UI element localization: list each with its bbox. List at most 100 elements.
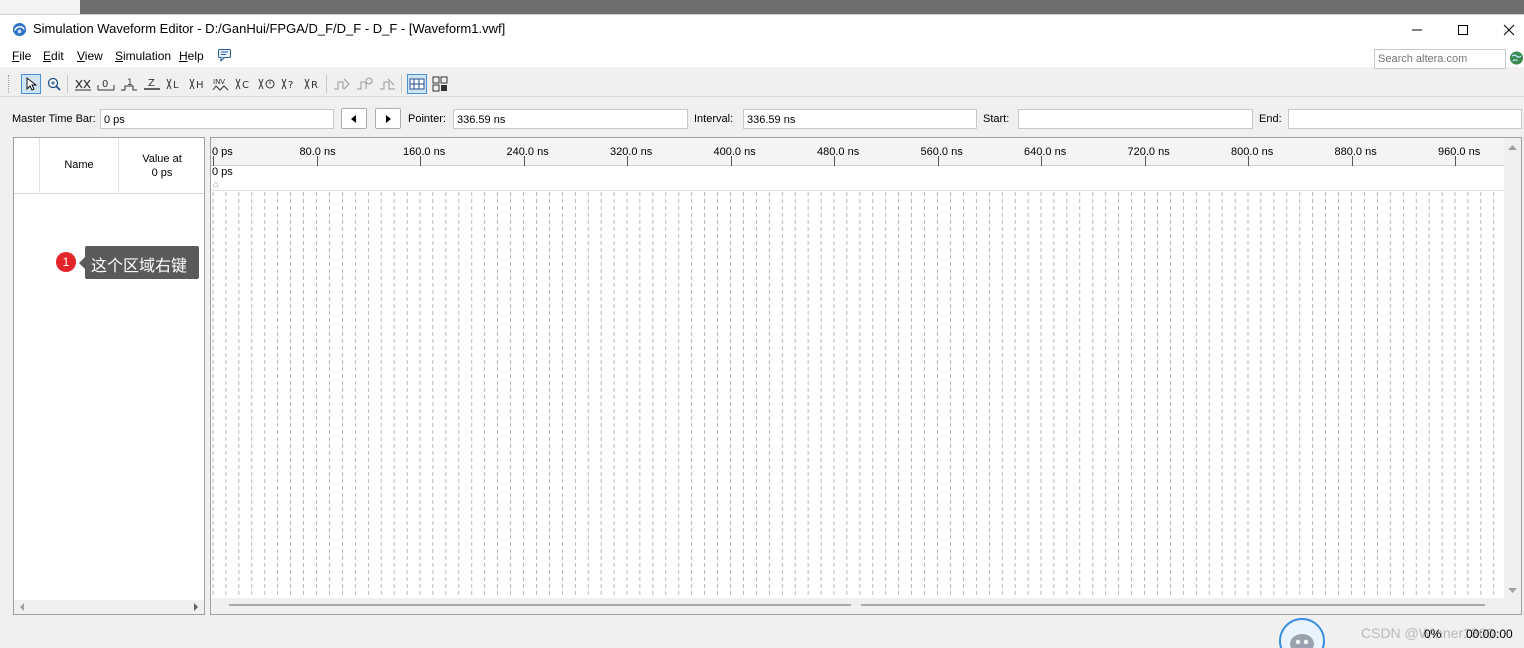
menu-help-label: elp xyxy=(187,49,204,63)
force-high-impedance-button[interactable]: Z xyxy=(142,74,162,94)
minimize-button[interactable] xyxy=(1394,15,1440,45)
next-transition-button[interactable] xyxy=(375,108,401,129)
overwrite-clock-button[interactable] xyxy=(257,74,277,94)
title-bar: Simulation Waveform Editor - D:/GanHui/F… xyxy=(0,15,1524,45)
menu-edit[interactable]: Edit xyxy=(43,49,64,63)
globe-icon[interactable] xyxy=(1509,50,1524,66)
random-values-button[interactable]: R xyxy=(303,74,323,94)
ruler-tick-label: 640.0 ns xyxy=(1024,146,1067,158)
force-unknown-button[interactable] xyxy=(73,74,93,94)
force-low-button[interactable]: 0 xyxy=(96,74,116,94)
zoom-tool-button[interactable] xyxy=(44,74,64,94)
horizontal-scroll-thumb[interactable] xyxy=(229,604,851,606)
waveform-grid[interactable] xyxy=(211,192,1506,596)
menu-simulation-hotkey: S xyxy=(115,49,124,63)
count-value-button[interactable]: C xyxy=(234,74,254,94)
arbitrary-value-button[interactable]: ? xyxy=(280,74,300,94)
ruler-tick-mark xyxy=(523,156,525,166)
menu-view-label: iew xyxy=(84,49,103,63)
selection-tool-button[interactable] xyxy=(21,74,41,94)
weak-high-button[interactable]: H xyxy=(188,74,208,94)
svg-text:?: ? xyxy=(288,80,293,91)
menu-simulation[interactable]: Simulation xyxy=(115,49,171,63)
ruler-tick-mark xyxy=(420,156,421,166)
minimize-icon xyxy=(1412,29,1422,31)
menu-help[interactable]: Help xyxy=(179,49,204,63)
ruler-tick-mark xyxy=(1144,156,1146,166)
svg-text:Z: Z xyxy=(148,78,155,89)
menu-help-hotkey: H xyxy=(179,49,188,63)
ruler-tick-label: 480.0 ns xyxy=(817,146,860,158)
time-cursor-label: 0 ps xyxy=(212,166,233,178)
svg-text:INV: INV xyxy=(213,78,225,86)
maximize-icon xyxy=(1458,25,1468,35)
svg-text:L: L xyxy=(173,80,179,91)
name-column-header[interactable]: Name xyxy=(40,159,118,171)
ruler-tick-mark xyxy=(834,156,835,166)
ruler-tick-label: 720.0 ns xyxy=(1127,146,1170,158)
menu-edit-label: dit xyxy=(51,49,64,63)
snap-to-grid-button[interactable] xyxy=(407,74,427,94)
search-input[interactable] xyxy=(1374,49,1506,69)
invert-button[interactable]: INV xyxy=(211,74,231,94)
horizontal-scroll-track[interactable] xyxy=(861,604,1485,606)
toolbar-grip xyxy=(8,75,11,93)
ruler-tick-label: 960.0 ns xyxy=(1438,146,1481,158)
master-time-bar-field[interactable]: 0 ps xyxy=(100,109,334,129)
time-ruler[interactable]: 0 ps 80.0 ns 160.0 ns 240.0 ns 320.0 ns 400.0… xyxy=(211,138,1506,166)
run-timing-simulation-button[interactable] xyxy=(355,74,375,94)
netlist-icon xyxy=(380,78,395,90)
end-field[interactable] xyxy=(1288,109,1522,129)
waveform-horizontal-scrollbar[interactable] xyxy=(211,598,1521,614)
ruler-tick-label: 400.0 ns xyxy=(713,146,756,158)
timing-simulation-icon xyxy=(357,77,373,90)
close-button[interactable] xyxy=(1486,15,1524,45)
app-icon xyxy=(12,22,27,37)
time-cursor-row[interactable]: 0 ps ⌂ xyxy=(211,166,1506,191)
toolbar-separator xyxy=(67,75,68,93)
status-bar: CSDN @Winner1300 0% 00:00:00 xyxy=(0,615,1524,648)
weak-low-button[interactable]: L xyxy=(165,74,185,94)
scroll-up-icon[interactable] xyxy=(1504,140,1521,154)
csdn-mascot-icon xyxy=(1279,618,1325,648)
interval-field[interactable]: 336.59 ns xyxy=(743,109,977,129)
svg-text:C: C xyxy=(242,80,249,91)
ruler-tick-mark xyxy=(937,156,939,166)
feedback-icon[interactable] xyxy=(217,47,233,63)
annotation-callout: 这个区域右键 xyxy=(85,246,199,279)
waveform-vertical-scrollbar[interactable] xyxy=(1504,138,1521,600)
run-functional-simulation-button[interactable] xyxy=(332,74,352,94)
menu-file[interactable]: File xyxy=(12,49,31,63)
weak-high-icon: H xyxy=(189,78,204,91)
ruler-tick-label: 560.0 ns xyxy=(920,146,963,158)
triangle-left-icon xyxy=(351,114,356,123)
scroll-left-icon[interactable] xyxy=(17,600,27,614)
menu-view[interactable]: View xyxy=(77,49,103,63)
start-field[interactable] xyxy=(1018,109,1253,129)
generate-netlist-button[interactable] xyxy=(378,74,398,94)
progress-percent: 0% xyxy=(1424,627,1442,641)
svg-text:0: 0 xyxy=(102,79,108,90)
functional-simulation-icon xyxy=(334,78,350,90)
simulation-waveform-editor-window: Simulation Waveform Editor - D:/GanHui/F… xyxy=(0,14,1524,648)
end-label: End: xyxy=(1259,113,1282,125)
maximize-button[interactable] xyxy=(1440,15,1486,45)
time-cursor-flag-icon[interactable]: ⌂ xyxy=(213,179,218,189)
triangle-right-icon xyxy=(386,114,391,123)
master-time-bar-label: Master Time Bar: xyxy=(12,113,96,125)
scroll-right-icon[interactable] xyxy=(191,600,201,614)
scroll-down-icon[interactable] xyxy=(1504,584,1521,598)
menu-view-hotkey: V xyxy=(77,49,85,63)
force-unknown-icon xyxy=(75,79,91,91)
waveform-pane[interactable]: 0 ps 80.0 ns 160.0 ns 240.0 ns 320.0 ns 400.0… xyxy=(210,137,1522,615)
signal-list-header: Name Value at 0 ps xyxy=(14,138,204,194)
pointer-field[interactable]: 336.59 ns xyxy=(453,109,688,129)
force-high-button[interactable]: 1 xyxy=(119,74,139,94)
random-values-icon: R xyxy=(304,78,318,91)
previous-transition-button[interactable] xyxy=(341,108,367,129)
force-low-icon: 0 xyxy=(97,79,115,91)
value-column-header[interactable]: Value at 0 ps xyxy=(119,152,205,180)
signal-list-pane[interactable]: Name Value at 0 ps xyxy=(13,137,205,615)
grid-settings-button[interactable] xyxy=(430,74,450,94)
signal-list-horizontal-scrollbar[interactable] xyxy=(14,600,204,614)
